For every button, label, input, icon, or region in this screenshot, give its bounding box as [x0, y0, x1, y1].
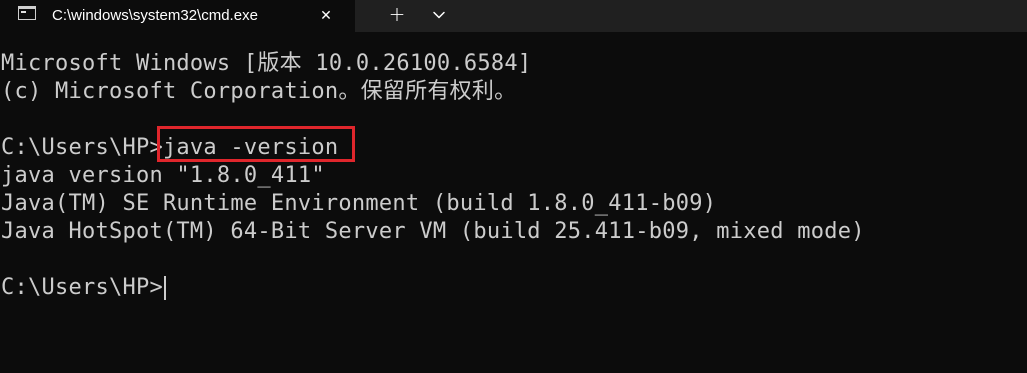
console-prompt: C:\Users\HP>	[1, 275, 163, 300]
console-line: (c) Microsoft Corporation。保留所有权利。	[1, 79, 517, 104]
console-output[interactable]: Microsoft Windows [版本 10.0.26100.6584] (…	[0, 50, 1027, 373]
tab-cmd[interactable]: C:\windows\system32\cmd.exe ✕	[0, 0, 355, 32]
console-line: java version "1.8.0_411"	[1, 163, 325, 188]
tab-close-button[interactable]: ✕	[314, 0, 338, 32]
title-bar: C:\windows\system32\cmd.exe ✕ +	[0, 0, 1027, 32]
console-line: Java HotSpot(TM) 64-Bit Server VM (build…	[1, 219, 865, 244]
new-tab-button[interactable]: +	[380, 0, 414, 30]
chevron-down-icon	[433, 11, 445, 19]
console-prompt-line: C:\Users\HP>	[1, 274, 166, 302]
console-icon	[18, 6, 36, 20]
command-highlight-box	[157, 126, 355, 162]
console-line: Java(TM) SE Runtime Environment (build 1…	[1, 191, 717, 216]
tab-title: C:\windows\system32\cmd.exe	[52, 7, 258, 24]
console-line: Microsoft Windows [版本 10.0.26100.6584]	[1, 51, 532, 76]
text-cursor	[163, 276, 166, 300]
tab-dropdown-button[interactable]	[422, 0, 456, 30]
terminal-window: C:\windows\system32\cmd.exe ✕ + Microsof…	[0, 0, 1027, 373]
